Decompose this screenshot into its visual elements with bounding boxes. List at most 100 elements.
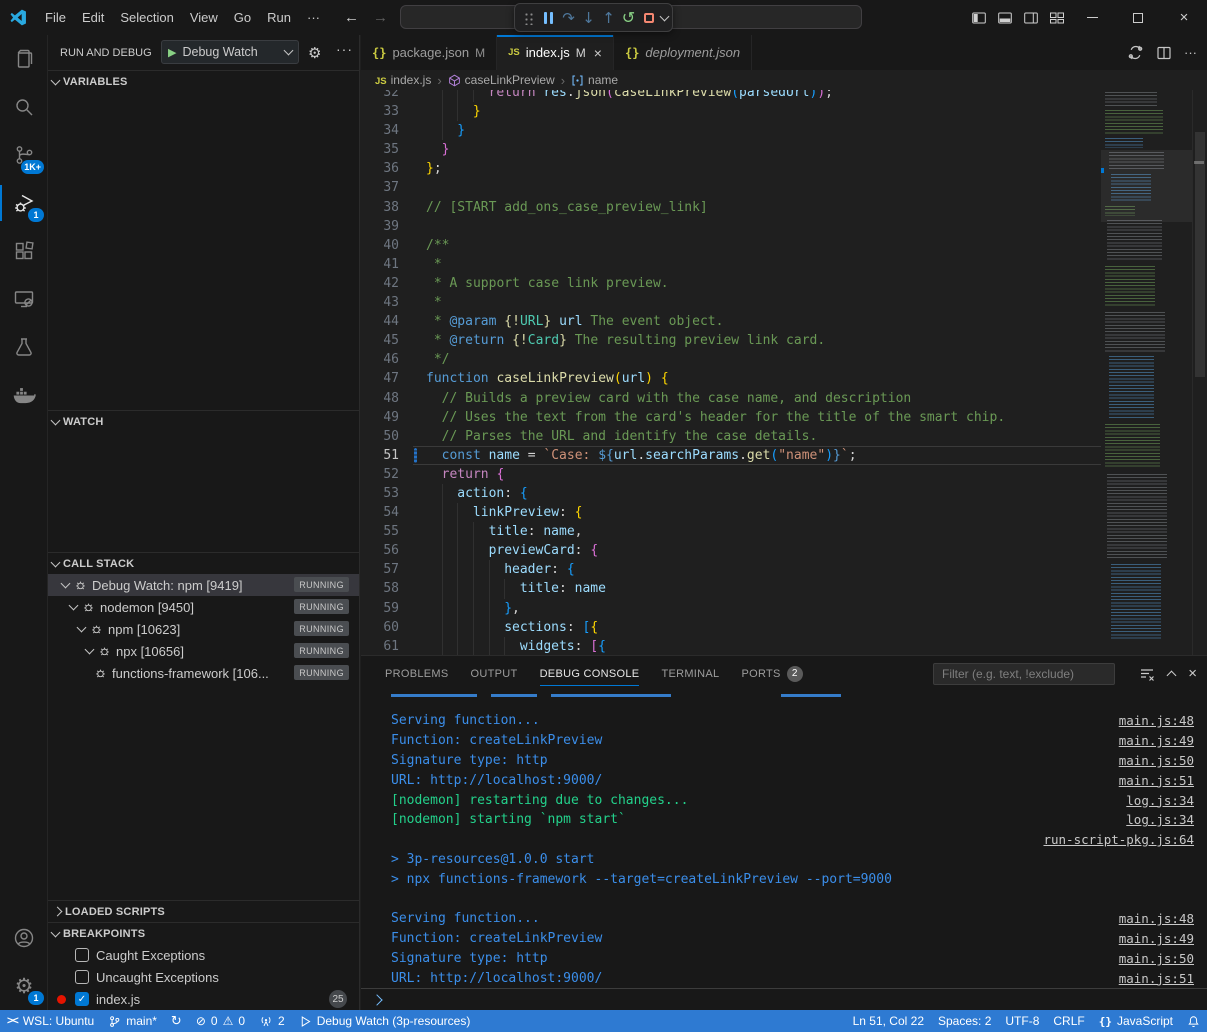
console-source-link[interactable]: main.js:51 xyxy=(1119,773,1194,788)
step-over-icon[interactable]: ↷ xyxy=(559,7,578,29)
step-into-icon[interactable]: ↓ xyxy=(579,7,598,29)
code-line-42[interactable]: 42 * A support case link preview. xyxy=(361,274,1207,293)
code-line-36[interactable]: 36}; xyxy=(361,159,1207,178)
menu-item-edit[interactable]: Edit xyxy=(74,10,112,25)
clear-console-icon[interactable] xyxy=(1139,666,1155,682)
back-arrow-icon[interactable]: ← xyxy=(344,9,359,26)
console-source-link[interactable]: log.js:34 xyxy=(1126,812,1194,827)
sidebar-item-explorer[interactable] xyxy=(0,35,48,83)
code-line-52[interactable]: 52return { xyxy=(361,465,1207,484)
status-problems[interactable]: ⊘0⚠0 xyxy=(189,1010,252,1032)
breakpoint-row[interactable]: ✓index.js25 xyxy=(48,988,359,1010)
code-line-35[interactable]: 35} xyxy=(361,140,1207,159)
status-cursor-position[interactable]: Ln 51, Col 22 xyxy=(846,1010,931,1032)
status-sync[interactable]: ↻ xyxy=(164,1010,189,1032)
code-line-41[interactable]: 41 * xyxy=(361,255,1207,274)
breakpoint-row[interactable]: Uncaught Exceptions xyxy=(48,966,359,988)
code-line-54[interactable]: 54linkPreview: { xyxy=(361,503,1207,522)
maximize-panel-icon[interactable] xyxy=(1167,671,1177,681)
sidebar-item-docker[interactable] xyxy=(0,371,48,419)
code-line-43[interactable]: 43 * xyxy=(361,293,1207,312)
code-line-33[interactable]: 33} xyxy=(361,102,1207,121)
tab-index.js[interactable]: JSindex.jsM× xyxy=(497,35,614,70)
console-source-link[interactable]: main.js:48 xyxy=(1119,911,1194,926)
accounts-icon[interactable] xyxy=(0,914,48,962)
close-panel-icon[interactable]: × xyxy=(1188,665,1197,682)
call-stack-row[interactable]: nodemon [9450]RUNNING xyxy=(48,596,359,618)
panel-tab-output[interactable]: OUTPUT xyxy=(463,656,526,691)
code-line-47[interactable]: 47function caseLinkPreview(url) { xyxy=(361,369,1207,388)
close-button[interactable]: × xyxy=(1161,0,1207,35)
call-stack-row[interactable]: npx [10656]RUNNING xyxy=(48,640,359,662)
breakpoint-checkbox[interactable]: ✓ xyxy=(75,992,89,1006)
split-editor-icon[interactable] xyxy=(1156,45,1172,61)
status-language-mode[interactable]: {}JavaScript xyxy=(1092,1010,1180,1032)
watch-section-header[interactable]: WATCH xyxy=(48,410,359,432)
console-source-link[interactable]: main.js:50 xyxy=(1119,951,1194,966)
menu-item-file[interactable]: File xyxy=(37,10,74,25)
code-line-61[interactable]: 61widgets: [{ xyxy=(361,637,1207,655)
toggle-secondary-sidebar-icon[interactable] xyxy=(1023,10,1039,26)
customize-layout-icon[interactable] xyxy=(1049,10,1065,26)
code-line-38[interactable]: 38// [START add_ons_case_preview_link] xyxy=(361,198,1207,217)
console-source-link[interactable]: log.js:34 xyxy=(1126,793,1194,808)
restart-icon[interactable]: ↺ xyxy=(619,7,638,29)
breadcrumb-item-name[interactable]: name xyxy=(571,73,618,87)
code-line-44[interactable]: 44 * @param {!URL} url The event object. xyxy=(361,312,1207,331)
views-more-actions-icon[interactable]: ··· xyxy=(336,41,353,57)
code-line-53[interactable]: 53action: { xyxy=(361,484,1207,503)
launch-configuration-dropdown[interactable]: ▶ Debug Watch xyxy=(161,40,299,64)
panel-tab-problems[interactable]: PROBLEMS xyxy=(377,656,457,691)
panel-tab-terminal[interactable]: TERMINAL xyxy=(653,656,727,691)
breakpoint-checkbox[interactable] xyxy=(75,970,89,984)
console-source-link[interactable]: run-script-pkg.js:64 xyxy=(1043,832,1194,847)
sidebar-item-run-and-debug[interactable]: 1 xyxy=(0,179,48,227)
tab-deployment.json[interactable]: {}deployment.json xyxy=(614,35,752,70)
open-launch-json-gear-icon[interactable]: ⚙ xyxy=(308,44,321,62)
status-forwarded-ports[interactable]: 2 xyxy=(252,1010,292,1032)
start-debugging-icon[interactable]: ▶ xyxy=(168,46,176,59)
minimize-button[interactable] xyxy=(1069,0,1115,35)
status-eol[interactable]: CRLF xyxy=(1046,1010,1091,1032)
breadcrumb-item-index.js[interactable]: JSindex.js xyxy=(375,73,431,87)
console-source-link[interactable]: main.js:49 xyxy=(1119,931,1194,946)
status-encoding[interactable]: UTF-8 xyxy=(998,1010,1046,1032)
console-filter-input[interactable] xyxy=(933,663,1115,685)
code-line-40[interactable]: 40/** xyxy=(361,236,1207,255)
console-source-link[interactable]: main.js:49 xyxy=(1119,733,1194,748)
code-line-60[interactable]: 60sections: [{ xyxy=(361,618,1207,637)
toggle-sidebar-icon[interactable] xyxy=(971,10,987,26)
code-line-49[interactable]: 49// Uses the text from the card's heade… xyxy=(361,408,1207,427)
sidebar-item-source-control[interactable]: 1K+ xyxy=(0,131,48,179)
menu-item-selection[interactable]: Selection xyxy=(112,10,181,25)
breakpoints-section-header[interactable]: BREAKPOINTS xyxy=(48,922,359,944)
menu-item-run[interactable]: Run xyxy=(259,10,299,25)
code-line-56[interactable]: 56previewCard: { xyxy=(361,541,1207,560)
scrollbar-slider[interactable] xyxy=(1195,132,1205,377)
minimap[interactable] xyxy=(1101,90,1192,655)
editor-more-actions-icon[interactable]: ··· xyxy=(1184,45,1197,60)
code-line-58[interactable]: 58title: name xyxy=(361,579,1207,598)
forward-arrow-icon[interactable]: → xyxy=(373,9,388,26)
code-line-51[interactable]: 51const name = `Case: ${url.searchParams… xyxy=(361,446,1207,465)
step-out-icon[interactable]: ↑ xyxy=(599,7,618,29)
code-line-50[interactable]: 50// Parses the URL and identify the cas… xyxy=(361,427,1207,446)
loaded-scripts-section-header[interactable]: LOADED SCRIPTS xyxy=(48,900,359,922)
call-stack-row[interactable]: npm [10623]RUNNING xyxy=(48,618,359,640)
code-line-34[interactable]: 34} xyxy=(361,121,1207,140)
call-stack-row[interactable]: functions-framework [106...RUNNING xyxy=(48,662,359,684)
call-stack-section-header[interactable]: CALL STACK xyxy=(48,552,359,574)
sidebar-item-remote-explorer[interactable] xyxy=(0,275,48,323)
sidebar-item-testing[interactable] xyxy=(0,323,48,371)
code-line-32[interactable]: 32return res.json(caseLinkPreview(parsed… xyxy=(361,90,1207,102)
menu-item-go[interactable]: Go xyxy=(226,10,259,25)
status-branch[interactable]: main* xyxy=(101,1010,164,1032)
code-line-45[interactable]: 45 * @return {!Card} The resulting previ… xyxy=(361,331,1207,350)
console-source-link[interactable]: main.js:51 xyxy=(1119,971,1194,986)
code-editor[interactable]: 32return res.json(caseLinkPreview(parsed… xyxy=(361,90,1207,655)
debug-console-input[interactable] xyxy=(361,988,1207,1010)
menu-item-[interactable]: ··· xyxy=(299,10,328,25)
open-changes-icon[interactable] xyxy=(1127,44,1144,61)
tab-package.json[interactable]: {}package.jsonM xyxy=(361,35,497,70)
panel-tab-debug-console[interactable]: DEBUG CONSOLE xyxy=(532,656,648,691)
